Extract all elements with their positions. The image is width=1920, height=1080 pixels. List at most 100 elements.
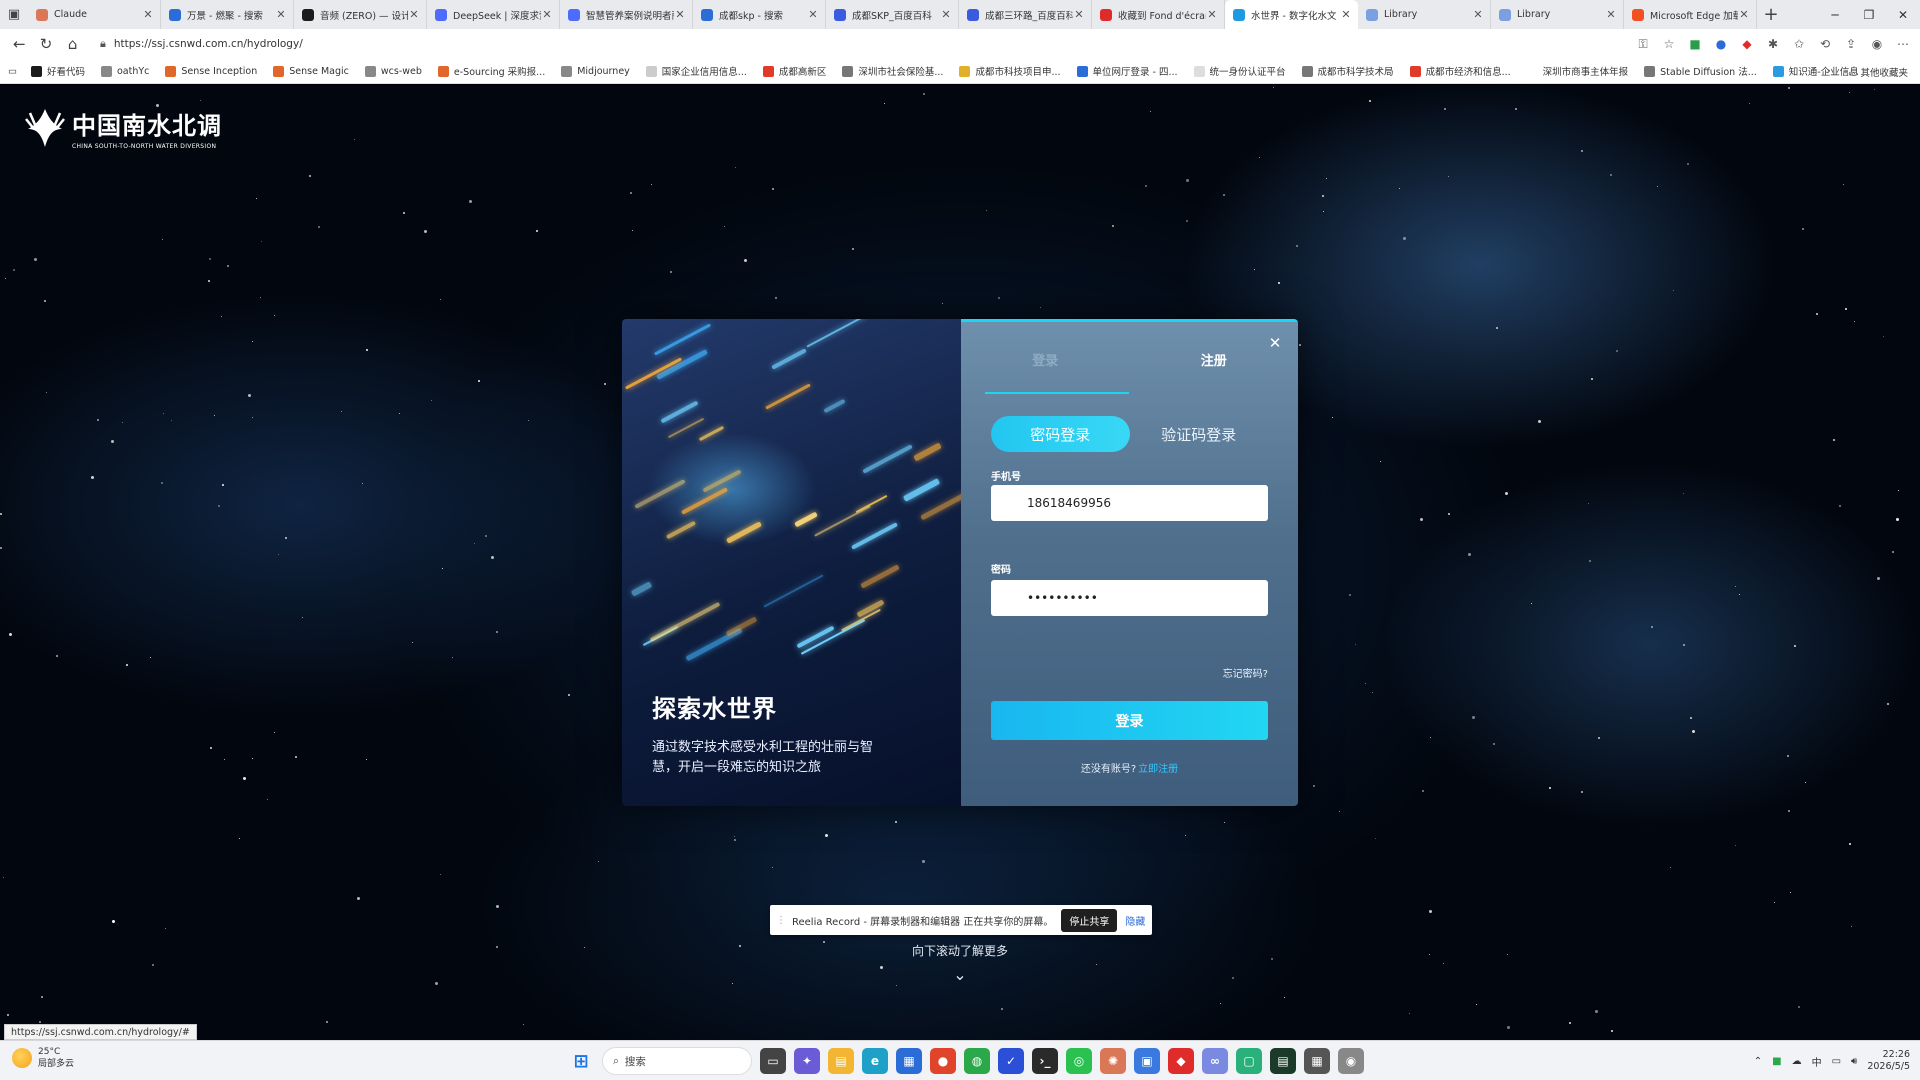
browser-tab[interactable]: 收藏到 Fond d'écran ✕ <box>1092 0 1225 29</box>
login-button[interactable]: 登录 <box>991 701 1268 740</box>
browser-tab[interactable]: Claude ✕ <box>28 0 161 29</box>
bookmark-item[interactable]: 成都市经济和信息... <box>1409 64 1511 78</box>
drag-handle-icon[interactable]: ⋮ <box>776 915 786 926</box>
browser-tab[interactable]: 万景 - 燃聚 - 搜索 ✕ <box>161 0 294 29</box>
edge-icon[interactable]: e <box>862 1048 888 1074</box>
bookmark-item[interactable]: 成都市科学技术局 <box>1301 64 1394 78</box>
bookmark-item[interactable]: 统一身份认证平台 <box>1193 64 1286 78</box>
back-icon[interactable]: ← <box>6 30 33 58</box>
extension-puzzle-icon[interactable]: ✱ <box>1762 33 1784 55</box>
store-icon[interactable]: ▦ <box>896 1048 922 1074</box>
chrome-icon[interactable]: ● <box>930 1048 956 1074</box>
favorite-star-icon[interactable]: ☆ <box>1658 33 1680 55</box>
taskbar-search[interactable]: ⌕ 搜索 <box>602 1047 752 1075</box>
display-icon[interactable]: ▭ <box>1832 1056 1841 1067</box>
app-blue-icon[interactable]: ▣ <box>1134 1048 1160 1074</box>
code-login-button[interactable]: 验证码登录 <box>1130 416 1269 452</box>
bookmark-item[interactable]: 成都市科技项目申... <box>959 64 1061 78</box>
bookmarks-more-icon[interactable]: › <box>1827 66 1831 77</box>
lock-icon[interactable]: 🔒︎ <box>100 37 106 51</box>
bookmark-item[interactable]: Sense Inception <box>165 65 257 77</box>
workspaces-icon[interactable]: ▣ <box>0 0 28 29</box>
tab-close-icon[interactable]: ✕ <box>1206 8 1218 21</box>
browser-tab[interactable]: 音频 (ZERO) — 设计师✕ <box>294 0 427 29</box>
bookmark-item[interactable]: 国家企业信用信息... <box>645 64 747 78</box>
tab-close-icon[interactable]: ✕ <box>807 8 819 21</box>
key-icon[interactable]: ⚿ <box>1632 33 1654 55</box>
extension-green-icon[interactable]: ■ <box>1684 33 1706 55</box>
bookmark-item[interactable]: 成都高新区 <box>762 64 826 78</box>
home-icon[interactable]: ⌂ <box>59 30 86 58</box>
bookmark-item[interactable]: 深圳市商事主体年报 <box>1526 64 1628 78</box>
browser-tab[interactable]: Library ✕ <box>1491 0 1624 29</box>
bookmark-item[interactable]: e-Sourcing 采购报... <box>437 64 545 78</box>
tab-register[interactable]: 注册 <box>1130 350 1299 380</box>
url-field[interactable]: 🔒︎ https://ssj.csnwd.com.cn/hydrology/ <box>92 32 1632 56</box>
copilot-icon[interactable]: ✦ <box>794 1048 820 1074</box>
tab-close-icon[interactable]: ✕ <box>1340 8 1352 21</box>
refresh-icon[interactable]: ↻ <box>33 30 60 58</box>
share-icon[interactable]: ⇪ <box>1840 33 1862 55</box>
favorites-icon[interactable]: ✩ <box>1788 33 1810 55</box>
browser-tab[interactable]: Library ✕ <box>1358 0 1491 29</box>
clock[interactable]: 22:26 2026/5/5 <box>1867 1049 1910 1073</box>
app-green-icon[interactable]: ◍ <box>964 1048 990 1074</box>
bookmark-item[interactable]: oathYc <box>101 65 149 77</box>
ime-indicator[interactable]: 中 <box>1812 1054 1822 1069</box>
browser-tab[interactable]: 成都三环路_百度百科 ✕ <box>959 0 1092 29</box>
minimize-icon[interactable]: ─ <box>1818 0 1852 29</box>
tab-close-icon[interactable]: ✕ <box>940 8 952 21</box>
close-window-icon[interactable]: ✕ <box>1886 0 1920 29</box>
password-field[interactable] <box>991 580 1268 616</box>
hide-button[interactable]: 隐藏 <box>1125 913 1145 928</box>
bookmark-item[interactable]: 深圳市社会保险基... <box>842 64 943 78</box>
tray-expand-icon[interactable]: ⌃ <box>1754 1056 1762 1067</box>
tab-login[interactable]: 登录 <box>961 350 1130 380</box>
tab-close-icon[interactable]: ✕ <box>674 8 686 21</box>
tab-close-icon[interactable]: ✕ <box>1605 8 1617 21</box>
browser-tab[interactable]: 水世界 - 数字化水文 ✕ <box>1225 0 1358 29</box>
new-tab-button[interactable]: + <box>1757 0 1785 29</box>
volume-icon[interactable]: 🔊︎ <box>1851 1056 1857 1067</box>
phone-field[interactable] <box>991 485 1268 521</box>
other-bookmarks[interactable]: ▭ 其他收藏夹 <box>1848 65 1908 79</box>
password-login-button[interactable]: 密码登录 <box>991 416 1130 452</box>
bookmarks-toggle-icon[interactable]: ▭ <box>8 66 17 77</box>
tab-close-icon[interactable]: ✕ <box>1073 8 1085 21</box>
register-now-link[interactable]: 立即注册 <box>1138 764 1178 775</box>
browser-tab[interactable]: Microsoft Edge 加载项✕ <box>1624 0 1757 29</box>
browser-tab[interactable]: 成都SKP_百度百科 ✕ <box>826 0 959 29</box>
browser-tab[interactable]: 成都skp - 搜索 ✕ <box>693 0 826 29</box>
tab-close-icon[interactable]: ✕ <box>541 8 553 21</box>
bookmark-item[interactable]: Stable Diffusion 法... <box>1644 64 1757 78</box>
more-menu-icon[interactable]: ⋯ <box>1892 33 1914 55</box>
chevron-down-icon[interactable]: ⌄ <box>950 965 970 984</box>
app-link-icon[interactable]: ∞ <box>1202 1048 1228 1074</box>
stop-sharing-button[interactable]: 停止共享 <box>1061 908 1118 932</box>
app-check-icon[interactable]: ✓ <box>998 1048 1024 1074</box>
bookmark-item[interactable]: Midjourney <box>561 65 630 77</box>
terminal-icon[interactable]: ›_ <box>1032 1048 1058 1074</box>
tab-close-icon[interactable]: ✕ <box>275 8 287 21</box>
bookmark-item[interactable]: wcs-web <box>364 65 422 77</box>
forgot-password-link[interactable]: 忘记密码? <box>1223 665 1268 680</box>
task-view-icon[interactable]: ▭ <box>760 1048 786 1074</box>
app-grid-icon[interactable]: ▦ <box>1304 1048 1330 1074</box>
app-red-icon[interactable]: ◆ <box>1168 1048 1194 1074</box>
weather-widget[interactable]: 25°C 局部多云 <box>12 1046 74 1070</box>
wechat-icon[interactable]: ◎ <box>1066 1048 1092 1074</box>
tab-close-icon[interactable]: ✕ <box>142 8 154 21</box>
browser-tab[interactable]: DeepSeek | 深度求索 ✕ <box>427 0 560 29</box>
app-record-icon[interactable]: ◉ <box>1338 1048 1364 1074</box>
file-explorer-icon[interactable]: ▤ <box>828 1048 854 1074</box>
history-icon[interactable]: ⟲ <box>1814 33 1836 55</box>
network-tray-icon[interactable]: ☁ <box>1792 1056 1802 1067</box>
tray-app-icon[interactable]: ■ <box>1772 1056 1781 1067</box>
bookmark-item[interactable]: 单位网厅登录 - 四... <box>1076 64 1178 78</box>
bookmark-item[interactable]: 好看代码 <box>30 64 85 78</box>
extension-red-icon[interactable]: ◆ <box>1736 33 1758 55</box>
site-logo[interactable]: 中国南水北调 CHINA SOUTH-TO-NORTH WATER DIVERS… <box>22 105 222 151</box>
tab-close-icon[interactable]: ✕ <box>1738 8 1750 21</box>
start-icon[interactable]: ⊞ <box>568 1048 594 1074</box>
restore-icon[interactable]: ❐ <box>1852 0 1886 29</box>
